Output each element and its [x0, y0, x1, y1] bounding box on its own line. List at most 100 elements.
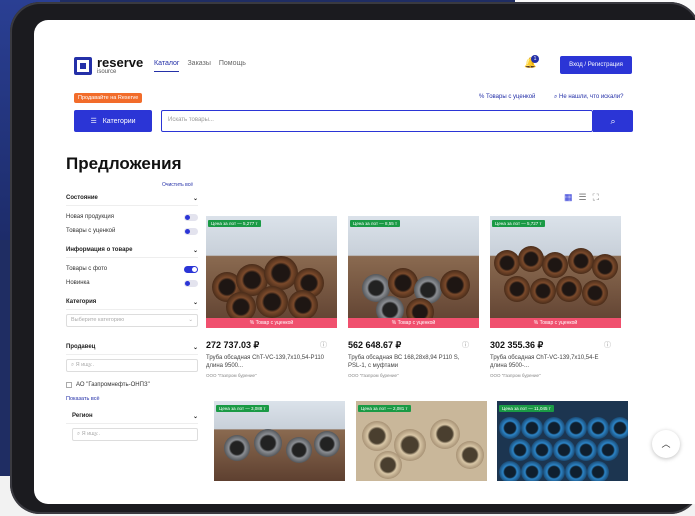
- chevron-down-icon: ⌄: [192, 414, 198, 420]
- filter-photo-toggle[interactable]: [184, 265, 198, 273]
- product-card[interactable]: Цена за лот — 3,088 т: [214, 401, 345, 481]
- filter-condition-title: Состояние: [66, 195, 98, 201]
- product-card[interactable]: Цена за лот — 5,727 т % Товар с уценкой …: [490, 216, 621, 378]
- product-price: 562 648.67 ₽: [348, 340, 402, 350]
- filter-condition-header[interactable]: Состояние ⌄: [66, 192, 198, 206]
- bell-icon[interactable]: 🔔 1: [524, 55, 539, 72]
- filter-seller-header[interactable]: Продавец ⌄: [66, 341, 198, 355]
- search-icon: ⌕: [610, 116, 616, 126]
- scroll-to-top-button[interactable]: ︿: [652, 430, 680, 458]
- product-name[interactable]: Труба обсадная ChT-VC-139,7х10,54-P110 д…: [206, 354, 324, 370]
- product-price: 302 355.36 ₽: [490, 340, 544, 350]
- promo-badge[interactable]: Продавайте на Reserve: [74, 93, 143, 103]
- filter-region-header[interactable]: Регион ⌄: [66, 410, 198, 424]
- product-image[interactable]: Цена за лот — 5,277 т % Товар с уценкой: [206, 216, 337, 328]
- filter-photo-label: Товары с фото: [66, 266, 108, 272]
- product-image[interactable]: Цена за лот — 5,727 т % Товар с уценкой: [490, 216, 621, 328]
- list-view-icon[interactable]: ☰: [579, 192, 587, 203]
- logo[interactable]: reserve isource: [74, 56, 143, 75]
- product-seller: ООО "Газпром бурение": [206, 373, 257, 378]
- logo-name: reserve: [97, 55, 144, 70]
- categories-label: Категории: [102, 117, 136, 125]
- filter-photo-row: Товары с фото: [66, 262, 198, 276]
- nav-orders[interactable]: Заказы: [187, 60, 210, 72]
- product-price-row: 272 737.03 ₽ ⓘ: [206, 340, 337, 351]
- filter-seller-title: Продавец: [66, 344, 96, 350]
- product-seller: ООО "Газпром бурение": [490, 373, 541, 378]
- product-image[interactable]: Цена за лот — 2,081 т: [356, 401, 487, 481]
- help-icon[interactable]: ⓘ: [320, 340, 327, 351]
- filter-region-title: Регион: [72, 413, 93, 419]
- category-select[interactable]: Выберите категорию ⌄: [66, 314, 198, 327]
- nav-catalog[interactable]: Каталог: [154, 60, 180, 72]
- product-card[interactable]: Цена за лот — 11,045 т: [497, 401, 628, 481]
- filter-new-toggle[interactable]: [184, 213, 198, 221]
- region-search-placeholder: Я ищу..: [81, 431, 101, 437]
- notification-badge: 1: [531, 55, 539, 63]
- grid-view-icon[interactable]: ▦: [564, 192, 573, 203]
- search-input[interactable]: Искать товары...: [161, 110, 593, 132]
- seller-search-input[interactable]: ⌕ Я ищу..: [66, 359, 198, 372]
- help-icon[interactable]: ⓘ: [604, 340, 611, 351]
- lot-price-tag: Цена за лот — 2,081 т: [358, 405, 411, 412]
- tablet-screen: reserve isource Каталог Заказы Помощь 🔔 …: [34, 20, 695, 504]
- seller-option-row[interactable]: АО "Газпромнефть-ОНПЗ": [66, 378, 198, 392]
- search-button[interactable]: ⌕: [593, 110, 633, 132]
- discount-bar: % Товар с уценкой: [490, 318, 621, 328]
- view-toggles: ▦ ☰ ⛶: [564, 192, 599, 203]
- clear-all-link[interactable]: Очистить всё: [162, 182, 193, 188]
- seller-option-label: АО "Газпромнефть-ОНПЗ": [76, 382, 150, 388]
- chevron-down-icon: ⌄: [192, 196, 198, 202]
- categories-button[interactable]: ☰ Категории: [74, 110, 152, 132]
- region-search-input[interactable]: ⌕ Я ищу..: [72, 428, 198, 441]
- product-price: 272 737.03 ₽: [206, 340, 260, 350]
- product-card[interactable]: Цена за лот — 2,081 т: [356, 401, 487, 481]
- filter-category-header[interactable]: Категория ⌄: [66, 296, 198, 310]
- product-image[interactable]: Цена за лот — 11,045 т: [497, 401, 628, 481]
- filter-novelty-row: Новинка: [66, 276, 198, 290]
- login-button[interactable]: Вход / Регистрация: [560, 56, 632, 74]
- discount-bar: % Товар с уценкой: [206, 318, 337, 328]
- chevron-down-icon: ⌄: [188, 317, 193, 323]
- discount-link-label: Товары с уценкой: [486, 94, 536, 100]
- filter-discounted-label: Товары с уценкой: [66, 228, 116, 234]
- lot-price-tag: Цена за лот — 11,045 т: [499, 405, 554, 412]
- tablet-frame: reserve isource Каталог Заказы Помощь 🔔 …: [10, 2, 695, 514]
- filter-category-title: Категория: [66, 299, 97, 305]
- product-price-row: 302 355.36 ₽ ⓘ: [490, 340, 621, 351]
- chevron-down-icon: ⌄: [192, 248, 198, 254]
- chevron-down-icon: ⌄: [192, 300, 198, 306]
- product-card[interactable]: Цена за лот — 8,55 т % Товар с уценкой 5…: [348, 216, 479, 378]
- product-image[interactable]: Цена за лот — 3,088 т: [214, 401, 345, 481]
- discount-label: Товар с уценкой: [539, 320, 578, 326]
- product-image[interactable]: Цена за лот — 8,55 т % Товар с уценкой: [348, 216, 479, 328]
- logo-icon: [74, 56, 92, 75]
- lot-price-tag: Цена за лот — 8,55 т: [350, 220, 401, 227]
- lot-price-tag: Цена за лот — 3,088 т: [216, 405, 269, 412]
- filter-info-header[interactable]: Информация о товаре ⌄: [66, 244, 198, 258]
- not-found-link[interactable]: ⌕ Не нашли, что искали?: [554, 94, 623, 101]
- chevron-down-icon: ⌄: [192, 345, 198, 351]
- lot-price-tag: Цена за лот — 5,727 т: [492, 220, 545, 227]
- discount-label: Товар с уценкой: [255, 320, 294, 326]
- page-title: Предложения: [66, 154, 182, 173]
- filter-discounted-row: Товары с уценкой: [66, 224, 198, 238]
- nav-help[interactable]: Помощь: [219, 60, 246, 72]
- map-view-icon[interactable]: ⛶: [593, 192, 599, 203]
- show-all-link[interactable]: Показать всё: [66, 396, 198, 402]
- not-found-link-label: Не нашли, что искали?: [559, 94, 624, 100]
- product-card[interactable]: Цена за лот — 5,277 т % Товар с уценкой …: [206, 216, 337, 378]
- seller-checkbox[interactable]: [66, 382, 72, 388]
- product-name[interactable]: Труба обсадная ChT-VC-139,7х10,54-E длин…: [490, 354, 608, 370]
- discount-bar: % Товар с уценкой: [348, 318, 479, 328]
- help-icon[interactable]: ⓘ: [462, 340, 469, 351]
- product-seller: ООО "Газпром бурение": [348, 373, 399, 378]
- product-price-row: 562 648.67 ₽ ⓘ: [348, 340, 479, 351]
- product-name[interactable]: Труба обсадная ВС 168,28х8,94 P110 S, PS…: [348, 354, 466, 370]
- lot-price-tag: Цена за лот — 5,277 т: [208, 220, 261, 227]
- discount-link[interactable]: % Товары с уценкой: [479, 94, 535, 100]
- filter-discounted-toggle[interactable]: [184, 227, 198, 235]
- filter-novelty-label: Новинка: [66, 280, 90, 286]
- filter-new-label: Новая продукция: [66, 214, 114, 220]
- filter-novelty-toggle[interactable]: [184, 279, 198, 287]
